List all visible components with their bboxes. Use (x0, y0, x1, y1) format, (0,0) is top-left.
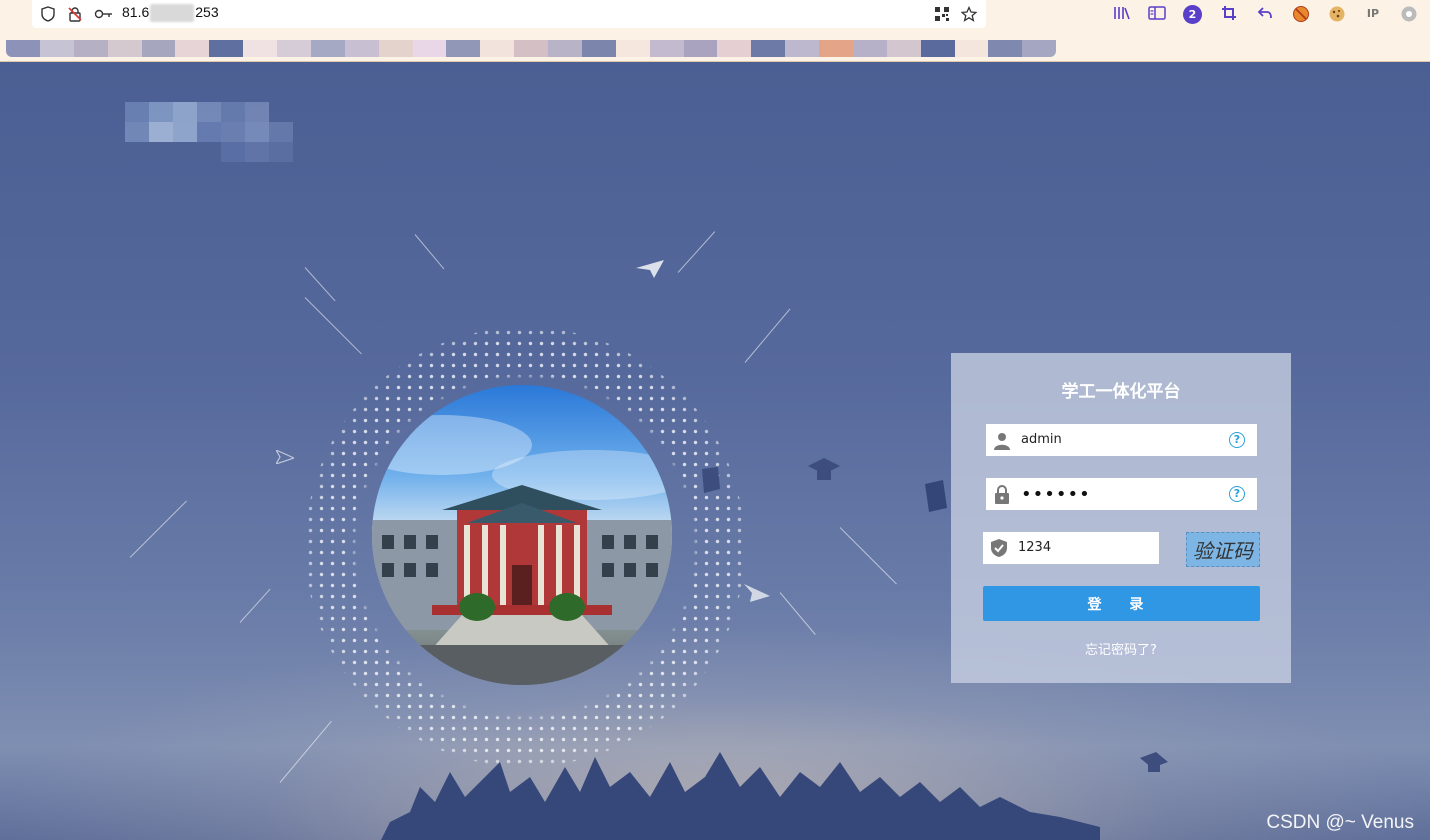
watermark: CSDN @~ Venus (1266, 812, 1414, 833)
help-icon[interactable]: ? (1229, 486, 1245, 502)
username-field[interactable]: admin ? (986, 424, 1257, 456)
captcha-input-value[interactable]: 1234 (1018, 540, 1051, 555)
crop-icon[interactable] (1219, 5, 1239, 23)
decor-line (839, 527, 897, 585)
shield-icon[interactable] (40, 6, 56, 22)
user-icon (992, 430, 1012, 450)
url-text[interactable]: 81.6 253 (122, 4, 219, 23)
extension-badge-icon[interactable]: 2 (1183, 5, 1202, 24)
decor-line (414, 234, 445, 270)
graduation-cap-icon (702, 467, 720, 493)
username-value[interactable]: admin (1021, 432, 1062, 447)
cookie-icon[interactable] (1327, 5, 1347, 23)
browser-toolbar: 81.6 253 2 IP (0, 0, 1430, 62)
captcha-field[interactable]: 1234 (983, 532, 1159, 564)
graduation-cap-icon (925, 480, 947, 512)
paper-plane-icon (636, 260, 664, 278)
star-icon[interactable] (960, 5, 978, 22)
login-panel: 学工一体化平台 admin ? •••••• ? 1234 验证码 登 录 忘记… (951, 353, 1291, 683)
forgot-password-link[interactable]: 忘记密码了? (951, 639, 1291, 658)
back-arrow-icon[interactable] (1255, 5, 1275, 23)
decor-line (744, 308, 791, 363)
decor-line (677, 231, 716, 273)
blocker-icon[interactable] (1291, 5, 1311, 23)
decor-line (304, 297, 362, 355)
qr-code-icon[interactable] (934, 6, 950, 22)
address-bar[interactable]: 81.6 253 (32, 0, 986, 28)
library-icon[interactable] (1112, 5, 1132, 23)
password-value[interactable]: •••••• (1021, 484, 1091, 505)
help-icon[interactable]: ? (1229, 432, 1245, 448)
sidebar-icon[interactable] (1147, 5, 1167, 23)
paper-plane-icon (744, 584, 770, 602)
crowd-silhouette (381, 752, 1100, 840)
decor-line (129, 500, 187, 558)
login-button[interactable]: 登 录 (983, 586, 1260, 621)
url-prefix: 81.6 (122, 4, 150, 20)
campus-photo (372, 385, 672, 685)
key-icon[interactable] (94, 6, 114, 22)
password-field[interactable]: •••••• ? (986, 478, 1257, 510)
decor-line (239, 588, 271, 623)
url-redacted (150, 4, 195, 23)
login-page-background: 学工一体化平台 admin ? •••••• ? 1234 验证码 登 录 忘记… (0, 62, 1430, 840)
platform-title: 学工一体化平台 (1061, 382, 1181, 402)
lock-icon (992, 484, 1012, 504)
graduation-cap-icon (1140, 752, 1168, 772)
captcha-image[interactable]: 验证码 (1186, 532, 1260, 567)
ip-icon[interactable]: IP (1363, 5, 1383, 23)
graduation-cap-icon (808, 458, 840, 480)
paper-plane-icon (276, 450, 294, 464)
url-suffix: 253 (195, 4, 219, 20)
extension-gear-icon[interactable] (1399, 5, 1419, 23)
decor-line (304, 267, 336, 302)
school-logo-redacted (125, 102, 295, 164)
shield-check-icon (989, 538, 1009, 558)
bookmarks-bar-redacted (6, 40, 1056, 57)
insecure-lock-icon[interactable] (67, 6, 83, 22)
